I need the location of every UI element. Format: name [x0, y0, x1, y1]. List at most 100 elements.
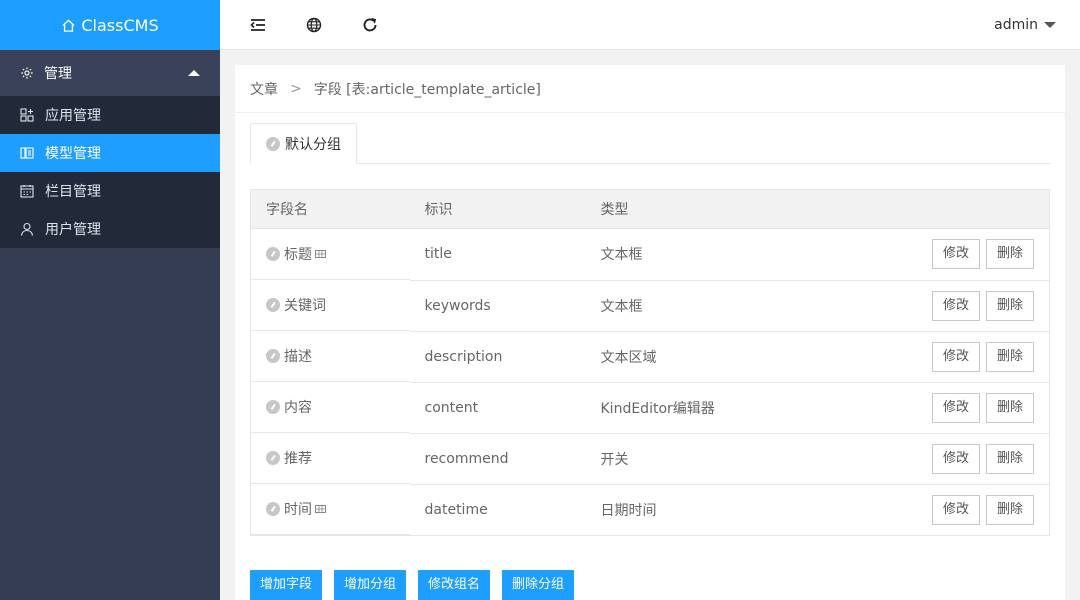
- collapse-menu-icon[interactable]: [249, 16, 267, 34]
- table-row: 标题 title 文本框 修改 删除: [251, 228, 1050, 281]
- table-row: 关键词 keywords 文本框 修改 删除: [251, 280, 1050, 332]
- field-name-cell: 内容: [251, 382, 410, 433]
- edit-button[interactable]: 修改: [931, 494, 980, 525]
- field-actions: 修改 删除: [822, 382, 1050, 434]
- delete-button[interactable]: 删除: [985, 341, 1034, 372]
- content-card: 文章 > 字段 [表:article_template_article] 默认分…: [235, 65, 1065, 600]
- delete-button[interactable]: 删除: [985, 443, 1034, 474]
- grid-icon: [315, 505, 326, 513]
- field-name: 关键词: [284, 298, 326, 314]
- delete-button[interactable]: 删除: [985, 494, 1034, 525]
- action-bar: 增加字段 增加分组 修改组名 删除分组: [250, 570, 586, 600]
- field-name-cell: 关键词: [251, 280, 410, 331]
- group-tabs: 默认分组: [250, 123, 1050, 164]
- field-actions: 修改 删除: [822, 331, 1050, 383]
- delete-button[interactable]: 删除: [985, 392, 1034, 423]
- fields-table: 字段名 标识 类型 标题 title 文本框 修改 删除 关键词 keywords 文本框 修改…: [250, 189, 1050, 536]
- sidebar-item-label: 应用管理: [45, 108, 101, 124]
- table-header-row: 字段名 标识 类型: [250, 189, 1050, 229]
- home-icon: [62, 18, 75, 32]
- field-type: KindEditor编辑器: [585, 382, 823, 434]
- field-name-cell: 时间: [251, 484, 410, 535]
- edit-button[interactable]: 修改: [931, 239, 980, 270]
- field-name: 标题: [284, 247, 312, 263]
- breadcrumb-current: 字段 [表:article_template_article]: [313, 81, 541, 98]
- field-type: 日期时间: [585, 484, 823, 536]
- rename-group-button[interactable]: 修改组名: [418, 570, 491, 600]
- field-key: content: [409, 382, 586, 434]
- table-row: 描述 description 文本区域 修改 删除: [251, 331, 1050, 383]
- sidebar-section-manage[interactable]: 管理: [0, 50, 220, 96]
- field-actions: 修改 删除: [822, 228, 1050, 281]
- link-icon: [266, 349, 280, 363]
- field-actions: 修改 删除: [822, 433, 1050, 485]
- edit-button[interactable]: 修改: [931, 443, 980, 474]
- add-field-button[interactable]: 增加字段: [250, 570, 323, 600]
- column-header-type: 类型: [585, 189, 823, 229]
- refresh-icon[interactable]: [361, 16, 379, 34]
- apps-icon: [20, 108, 34, 122]
- edit-button[interactable]: 修改: [931, 290, 980, 321]
- link-icon: [266, 247, 280, 261]
- sidebar-item-apps[interactable]: 应用管理: [0, 96, 220, 134]
- field-key: recommend: [409, 433, 586, 485]
- tab-label: 默认分组: [285, 136, 341, 153]
- tab-default-group[interactable]: 默认分组: [250, 123, 357, 164]
- link-icon: [266, 400, 280, 414]
- link-icon: [266, 502, 280, 516]
- field-key: keywords: [409, 280, 586, 332]
- edit-button[interactable]: 修改: [931, 341, 980, 372]
- sidebar-section-label: 管理: [44, 66, 72, 82]
- sidebar-submenu: 应用管理 模型管理 栏目管理 用户管理: [0, 96, 220, 248]
- sidebar: ClassCMS 管理 应用管理 模型管理 栏目管理 用户管理: [0, 0, 220, 600]
- top-bar: admin: [220, 0, 1080, 50]
- column-header-name: 字段名: [250, 189, 410, 229]
- field-name-cell: 描述: [251, 331, 410, 382]
- add-group-button[interactable]: 增加分组: [334, 570, 407, 600]
- table-row: 推荐 recommend 开关 修改 删除: [251, 433, 1050, 485]
- gear-icon: [21, 67, 33, 79]
- link-icon: [266, 451, 280, 465]
- column-header-ops: [822, 189, 1050, 229]
- app-logo[interactable]: ClassCMS: [0, 0, 220, 50]
- field-key: datetime: [409, 484, 586, 536]
- delete-button[interactable]: 删除: [985, 239, 1034, 270]
- table-row: 时间 datetime 日期时间 修改 删除: [251, 484, 1050, 536]
- field-key: description: [409, 331, 586, 383]
- field-name: 推荐: [284, 451, 312, 467]
- field-type: 文本区域: [585, 331, 823, 383]
- breadcrumb-separator: >: [290, 80, 302, 97]
- field-name-cell: 推荐: [251, 433, 410, 484]
- column-header-key: 标识: [409, 189, 586, 229]
- link-icon: [266, 298, 280, 312]
- username: admin: [994, 17, 1038, 33]
- chevron-up-icon: [188, 70, 200, 76]
- sidebar-item-columns[interactable]: 栏目管理: [0, 172, 220, 210]
- delete-button[interactable]: 删除: [985, 290, 1034, 321]
- breadcrumb: 文章 > 字段 [表:article_template_article]: [235, 65, 1065, 113]
- link-icon: [266, 136, 280, 151]
- breadcrumb-parent[interactable]: 文章: [250, 79, 278, 99]
- user-menu[interactable]: admin: [994, 0, 1056, 50]
- field-name: 内容: [284, 400, 312, 416]
- field-name-cell: 标题: [251, 229, 410, 280]
- field-type: 开关: [585, 433, 823, 485]
- grid-icon: [315, 250, 326, 258]
- delete-group-button[interactable]: 删除分组: [502, 570, 575, 600]
- app-title: ClassCMS: [81, 15, 159, 35]
- table-row: 内容 content KindEditor编辑器 修改 删除: [251, 382, 1050, 434]
- sidebar-item-label: 栏目管理: [45, 184, 101, 200]
- user-icon: [20, 222, 34, 236]
- sidebar-item-label: 用户管理: [45, 222, 101, 238]
- field-type: 文本框: [585, 228, 823, 281]
- model-icon: [20, 147, 34, 159]
- sidebar-item-label: 模型管理: [45, 146, 101, 162]
- field-actions: 修改 删除: [822, 484, 1050, 536]
- sidebar-item-users[interactable]: 用户管理: [0, 210, 220, 248]
- edit-button[interactable]: 修改: [931, 392, 980, 423]
- field-actions: 修改 删除: [822, 280, 1050, 332]
- field-name: 描述: [284, 349, 312, 365]
- field-name: 时间: [284, 502, 312, 518]
- sidebar-item-models[interactable]: 模型管理: [0, 134, 220, 172]
- globe-icon[interactable]: [305, 16, 323, 34]
